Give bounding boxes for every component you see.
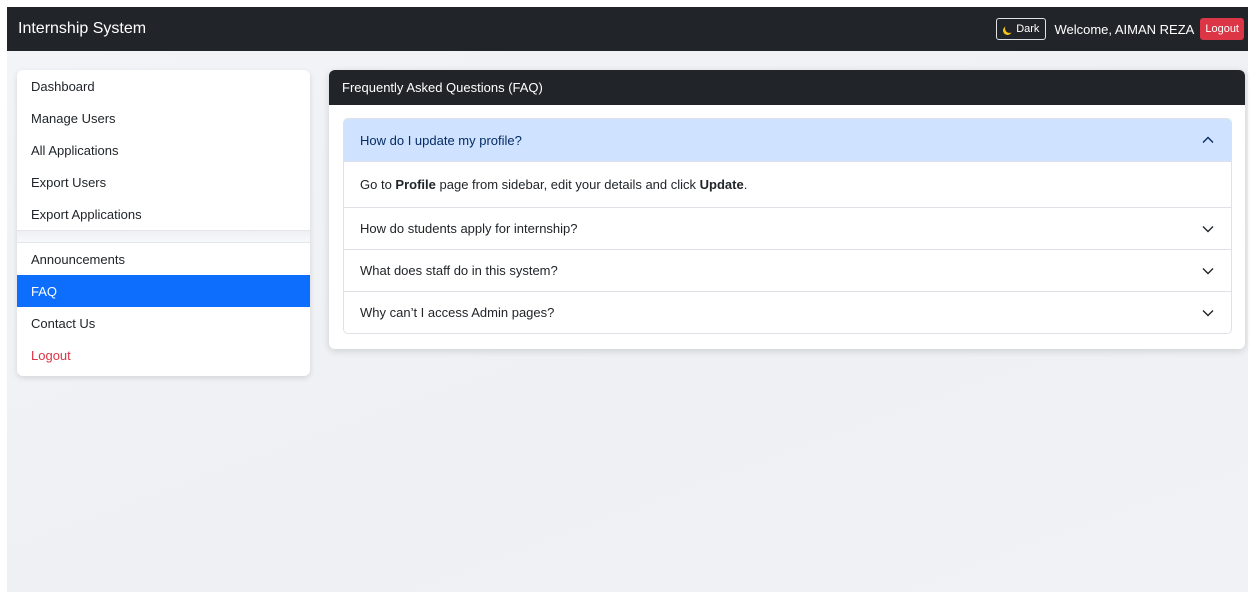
sidebar-item-export-applications[interactable]: Export Applications — [17, 198, 310, 230]
sidebar-item-logout[interactable]: Logout — [17, 339, 310, 371]
moon-icon — [1005, 24, 1014, 33]
faq-accordion: How do I update my profile? Go to Profil… — [343, 118, 1232, 334]
sidebar-item-contact-us[interactable]: Contact Us — [17, 307, 310, 339]
chevron-down-icon — [1201, 264, 1215, 278]
sidebar-divider — [17, 230, 310, 243]
navbar-right: Dark Welcome, AIMAN REZA Logout — [996, 18, 1244, 40]
faq-question-4[interactable]: Why can’t I access Admin pages? — [344, 291, 1231, 333]
top-navbar: Internship System Dark Welcome, AIMAN RE… — [7, 7, 1248, 51]
navbar-logout-button[interactable]: Logout — [1200, 18, 1244, 40]
sidebar: Dashboard Manage Users All Applications … — [17, 70, 310, 376]
sidebar-item-all-applications[interactable]: All Applications — [17, 134, 310, 166]
faq-card-header: Frequently Asked Questions (FAQ) — [329, 70, 1245, 105]
profile-link-text: Profile — [395, 177, 436, 192]
dark-mode-label: Dark — [1016, 23, 1040, 35]
faq-question-text: Why can’t I access Admin pages? — [360, 305, 555, 320]
sidebar-item-announcements[interactable]: Announcements — [17, 243, 310, 275]
welcome-text: Welcome, AIMAN REZA — [1054, 21, 1195, 37]
chevron-down-icon — [1201, 222, 1215, 236]
faq-card: Frequently Asked Questions (FAQ) How do … — [329, 70, 1245, 349]
sidebar-item-dashboard[interactable]: Dashboard — [17, 70, 310, 102]
chevron-up-icon — [1201, 133, 1215, 147]
faq-question-text: How do I update my profile? — [360, 132, 522, 148]
app-frame: Internship System Dark Welcome, AIMAN RE… — [7, 7, 1248, 592]
faq-question-2[interactable]: How do students apply for internship? — [344, 207, 1231, 249]
brand-title[interactable]: Internship System — [18, 20, 146, 38]
faq-answer-1: Go to Profile page from sidebar, edit yo… — [344, 161, 1231, 207]
faq-answer-text: Go to Profile page from sidebar, edit yo… — [360, 177, 748, 192]
faq-question-3[interactable]: What does staff do in this system? — [344, 249, 1231, 291]
sidebar-item-faq[interactable]: FAQ — [17, 275, 310, 307]
sidebar-item-manage-users[interactable]: Manage Users — [17, 102, 310, 134]
sidebar-item-export-users[interactable]: Export Users — [17, 166, 310, 198]
faq-question-1[interactable]: How do I update my profile? — [344, 119, 1231, 161]
faq-question-text: How do students apply for internship? — [360, 221, 578, 236]
chevron-down-icon — [1201, 306, 1215, 320]
faq-question-text: What does staff do in this system? — [360, 263, 558, 278]
update-button-text: Update — [699, 177, 744, 192]
dark-mode-toggle-button[interactable]: Dark — [996, 18, 1047, 40]
